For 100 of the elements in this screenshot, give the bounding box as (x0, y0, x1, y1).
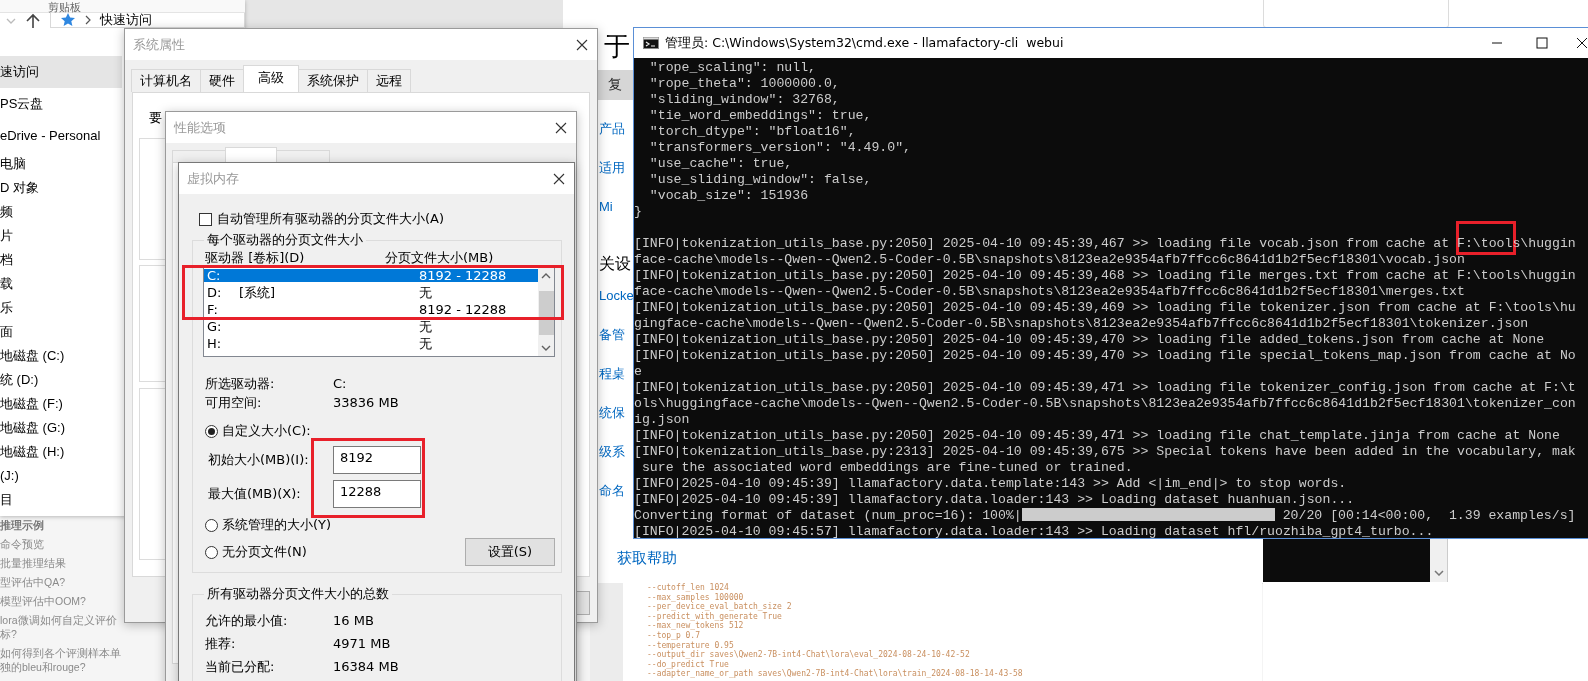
nav-item[interactable]: 载 (0, 272, 122, 296)
copy-button[interactable]: 复 (598, 70, 633, 100)
radio-button[interactable] (205, 545, 218, 559)
nav-item[interactable]: 统 (D:) (0, 368, 122, 392)
scroll-down-icon[interactable] (541, 345, 551, 351)
console-icon (643, 37, 659, 49)
window-title: 管理员: C:\Windows\System32\cmd.exe - llamafactory-cli webui (665, 34, 1064, 52)
field-label: 所选驱动器: (205, 375, 276, 393)
console-line: sure the associated word embeddings are fine-tuned or trained. (640, 460, 1134, 476)
group-title: 每个驱动器的分页文件大小 (206, 231, 364, 249)
scroll-up-icon[interactable] (541, 273, 551, 279)
input-field[interactable]: 12288 (333, 480, 421, 508)
settings-link[interactable]: 命名 (599, 471, 625, 510)
nav-item[interactable]: eDrive - Personal (0, 120, 122, 152)
scroll-bar[interactable] (1430, 538, 1448, 582)
scroll-bar[interactable] (538, 268, 554, 356)
code-line: --top_p 0.7 (647, 630, 700, 641)
nav-item[interactable]: 地磁盘 (H:) (0, 440, 122, 464)
nav-item[interactable]: 面 (0, 320, 122, 344)
tab[interactable]: 高级 (243, 65, 299, 92)
help-heading: 推理示例 (0, 518, 44, 532)
settings-link[interactable]: 级系 (599, 432, 625, 471)
checkbox-label: 自动管理所有驱动器的分页文件大小(A) (217, 210, 445, 228)
console-line: e (634, 364, 643, 380)
field-label: 可用空间: (205, 394, 263, 412)
settings-link[interactable]: 适用 (599, 148, 625, 187)
text-area[interactable] (1263, 0, 1449, 28)
settings-link[interactable]: Locke (599, 276, 634, 315)
console-line: face-cache\models--Qwen--Qwen2.5-Coder-0.5B\snapshots\8123ea2e9354afb7ffcc6c8641d1b2f5ecf18301\merges.txt (634, 284, 1466, 300)
nav-item[interactable]: 片 (0, 224, 122, 248)
nav-item[interactable]: 电脑 (0, 152, 122, 176)
radio-label: 无分页文件(N) (222, 543, 307, 561)
drive-row[interactable]: D: [系统] 无 (204, 286, 538, 299)
description-text: 要 (149, 109, 162, 127)
code-line: --adapter_name_or_path saves\Qwen2-7B-int4-Chat\lora\train_2024-08-18-14-43-58 (647, 669, 1024, 679)
field-label: 允许的最小值: (205, 612, 289, 630)
code-line: --max_new_tokens 512 (647, 621, 744, 631)
field-label: 初始大小(MB)(I): (207, 451, 310, 469)
tab[interactable]: 计算机名 (131, 69, 201, 92)
field-label: 当前已分配: (205, 658, 276, 676)
maximize-icon[interactable] (1536, 37, 1548, 49)
nav-item[interactable]: 乐 (0, 296, 122, 320)
field-label: 推荐: (205, 635, 237, 653)
checkbox[interactable] (199, 212, 212, 226)
console-line: "use_sliding_window": false, (648, 172, 873, 188)
nav-item[interactable]: D 对象 (0, 176, 122, 200)
drive-row[interactable]: C: 8192 - 12288 (204, 269, 538, 282)
console-line: "transformers_version": "4.49.0", (648, 140, 912, 156)
nav-item[interactable]: 档 (0, 248, 122, 272)
section-heading: 关设 (599, 254, 631, 274)
help-link[interactable]: 获取帮助 (617, 546, 677, 570)
nav-item[interactable]: 地磁盘 (G:) (0, 416, 122, 440)
window-title: 虚拟内存 (187, 169, 239, 188)
settings-link[interactable]: Mi (599, 187, 613, 226)
code-line: --do_predict True (647, 659, 729, 670)
nav-item[interactable]: 地磁盘 (F:) (0, 392, 122, 416)
close-icon[interactable] (555, 121, 567, 134)
page-heading: 于 (604, 30, 630, 62)
close-icon[interactable] (553, 172, 565, 185)
close-icon[interactable] (1576, 37, 1588, 49)
radio-button[interactable] (205, 424, 218, 438)
console-line: "rope_theta": 1000000.0, (648, 76, 841, 92)
console-line: ols\huggingface-cache\models--Qwen--Qwen2.5-Coder-0.5B\snapshots\8123ea2e9354afb7ffcc6c8641d1b2f5ecf18301\tokenizer_con (634, 396, 1577, 412)
console-line: [INFO|tokenization_utils_base.py:2050] 2025-04-10 09:45:39,470 >> loading file added_tokens.json from cache at None (634, 332, 1546, 348)
star-icon (60, 12, 76, 28)
radio-button[interactable] (205, 518, 218, 532)
console-line: [INFO|2025-04-10 09:45:57] llamafactory.data.loader:143 >> Loading dataset hfl/ruozhiba_gpt4_turbo... (634, 524, 1435, 540)
close-icon[interactable] (576, 38, 588, 51)
settings-link[interactable]: 产品 (599, 109, 625, 148)
nav-item[interactable]: 目 (0, 488, 122, 512)
nav-item[interactable]: (J:) (0, 464, 122, 488)
settings-link[interactable]: 程桌 (599, 354, 625, 393)
settings-link[interactable]: 统保 (599, 393, 625, 432)
field-label: 最大值(MB)(X): (207, 485, 302, 503)
settings-link[interactable]: 备管 (599, 315, 625, 354)
console-line: ig.json (634, 412, 691, 428)
nav-item[interactable]: 速访问 (0, 56, 122, 88)
set-button[interactable]: 设置(S) (465, 538, 555, 566)
drive-row[interactable]: H: 无 (204, 337, 538, 350)
code-line: --output_dir saves\Qwen2-7B-int4-Chat\lora\eval_2024-08-24-10-42-52 (647, 650, 971, 660)
code-line: --cutoff_len 1024 (647, 583, 730, 593)
console-line: face-cache\models--Qwen--Qwen2.5-Coder-0.5B\snapshots\8123ea2e9354afb7ffcc6c8641d1b2f5ecf18301\vocab.json (634, 252, 1466, 268)
up-arrow-icon[interactable] (26, 12, 40, 29)
nav-item[interactable]: 频 (0, 200, 122, 224)
input-field[interactable]: 8192 (333, 446, 421, 474)
console-line: [INFO|tokenization_utils_base.py:2050] 2025-04-10 09:45:39,468 >> loading file merges.txt from cache at F:\tools\huggin (634, 268, 1577, 284)
scroll-down-icon[interactable] (1433, 570, 1444, 576)
code-line: --temperature 0.95 (647, 640, 734, 651)
drive-row[interactable]: F: 8192 - 12288 (204, 303, 538, 316)
nav-item[interactable]: 地磁盘 (C:) (0, 344, 122, 368)
console-line: "sliding_window": 32768, (648, 92, 841, 108)
console-line: [INFO|tokenization_utils_base.py:2050] 2025-04-10 09:45:39,471 >> loading file chat_template.jinja from cache at None (634, 428, 1561, 444)
console-line: [INFO|tokenization_utils_base.py:2050] 2025-04-10 09:45:39,471 >> loading file tokenizer_config.json from cache at F:\t (634, 380, 1577, 396)
console-line: "tie_word_embeddings": true, (648, 108, 873, 124)
console-line: [INFO|tokenization_utils_base.py:2313] 2025-04-10 09:45:39,675 >> Special tokens have been added in the vocabulary, mak (634, 444, 1577, 460)
scroll-thumb[interactable] (538, 291, 554, 335)
console-line: [INFO|2025-04-10 09:45:39] llamafactory.data.loader:143 >> Loading dataset huanhuan.json... (634, 492, 1356, 508)
nav-item[interactable]: PS云盘 (0, 88, 122, 120)
tab[interactable]: 远程 (367, 69, 411, 92)
drive-row[interactable]: G: 无 (204, 320, 538, 333)
